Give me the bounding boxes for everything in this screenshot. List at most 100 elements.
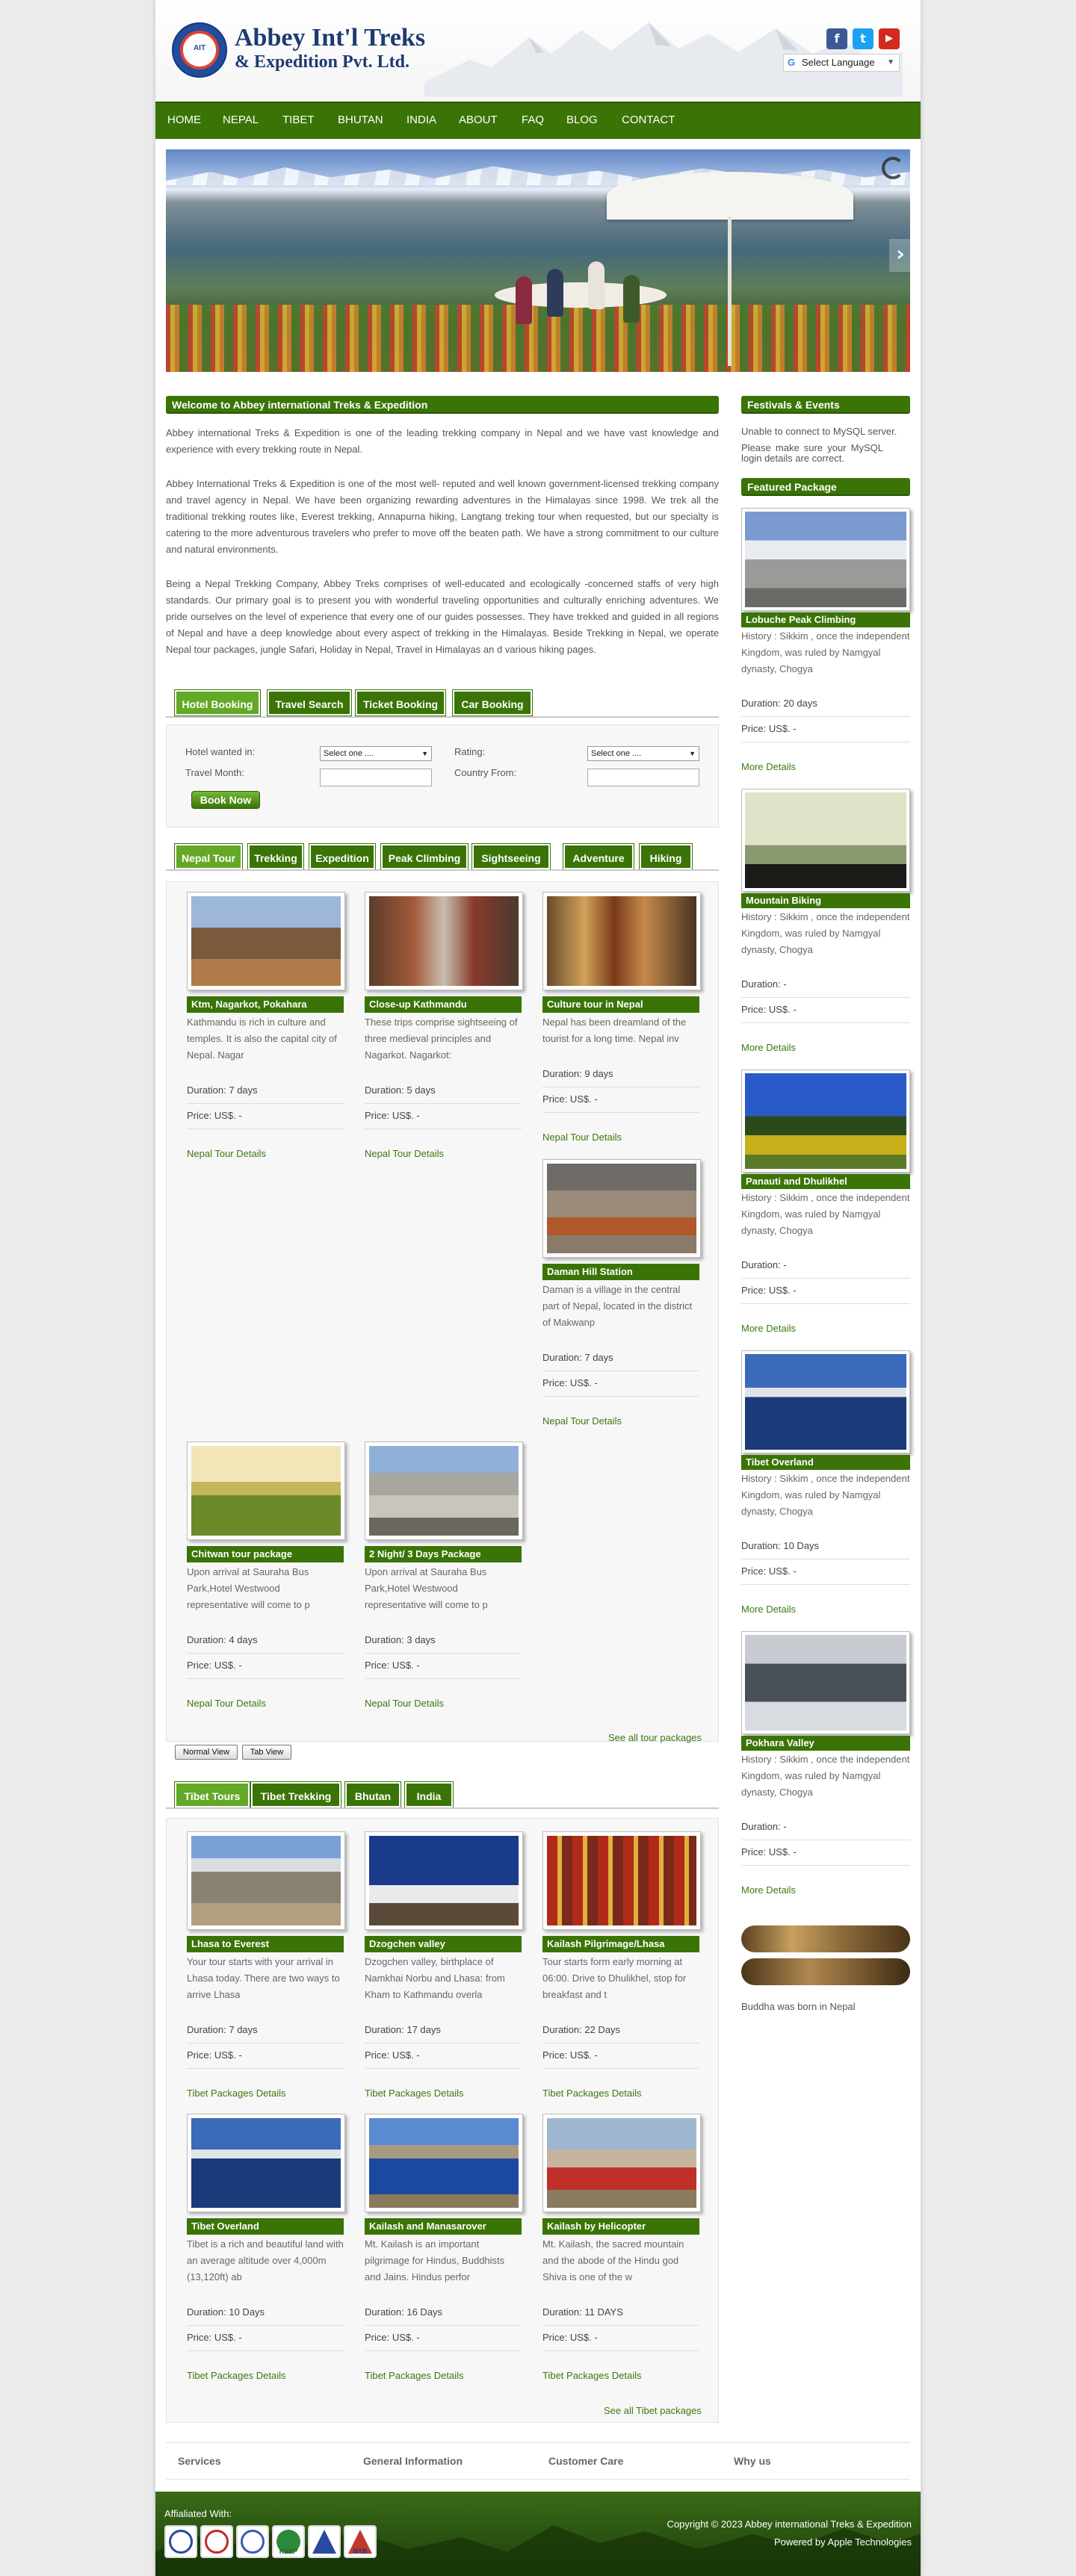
tour-thumbnail[interactable] xyxy=(365,1831,523,1930)
facebook-icon[interactable]: f xyxy=(826,28,847,49)
featured-more-details-link[interactable]: More Details xyxy=(741,1042,796,1053)
see-all-tour-packages-link[interactable]: See all tour packages xyxy=(608,1732,702,1743)
featured-title[interactable]: Pokhara Valley xyxy=(741,1736,910,1751)
tour-card-title[interactable]: Kailash and Manasarover xyxy=(365,2218,522,2235)
featured-more-details-link[interactable]: More Details xyxy=(741,761,796,772)
tab-hiking[interactable]: Hiking xyxy=(639,843,693,870)
featured-thumbnail[interactable] xyxy=(741,789,910,892)
tour-thumbnail[interactable] xyxy=(542,1831,701,1930)
tour-card-details-link[interactable]: Nepal Tour Details xyxy=(187,1148,266,1159)
book-now-button[interactable]: Book Now xyxy=(191,791,260,809)
tour-card-title[interactable]: Tibet Overland xyxy=(187,2218,344,2235)
nav-about[interactable]: ABOUT xyxy=(459,114,498,126)
nav-blog[interactable]: BLOG xyxy=(566,114,598,126)
country-from-input[interactable] xyxy=(587,769,699,786)
tour-card-details-link[interactable]: Tibet Packages Details xyxy=(187,2088,285,2099)
affiliate-logo-2[interactable] xyxy=(200,2525,233,2558)
nav-nepal[interactable]: NEPAL xyxy=(223,114,259,126)
nav-faq[interactable]: FAQ xyxy=(522,114,544,126)
tour-card-details-link[interactable]: Tibet Packages Details xyxy=(542,2370,641,2381)
featured-thumbnail[interactable] xyxy=(741,508,910,611)
tour-thumbnail[interactable] xyxy=(187,1831,345,1930)
brand-subtitle[interactable]: & Expedition Pvt. Ltd. xyxy=(235,52,409,72)
tour-thumbnail[interactable] xyxy=(542,892,701,990)
tour-card-details-link[interactable]: Tibet Packages Details xyxy=(365,2370,463,2381)
nav-contact[interactable]: CONTACT xyxy=(622,114,675,126)
affiliate-logo-5[interactable] xyxy=(308,2525,341,2558)
tab-tibet-tours[interactable]: Tibet Tours xyxy=(174,1781,250,1808)
brand-name[interactable]: Abbey Int'l Treks xyxy=(235,24,425,52)
tour-thumbnail[interactable] xyxy=(542,2114,701,2212)
featured-more-details-link[interactable]: More Details xyxy=(741,1323,796,1334)
see-all-tibet-packages-link[interactable]: See all Tibet packages xyxy=(604,2405,702,2416)
tab-tibet-trekking[interactable]: Tibet Trekking xyxy=(250,1781,341,1808)
tab-adventure[interactable]: Adventure xyxy=(563,843,634,870)
featured-thumbnail[interactable] xyxy=(741,1350,910,1453)
tour-card-details-link[interactable]: Tibet Packages Details xyxy=(187,2370,285,2381)
tab-expedition[interactable]: Expedition xyxy=(309,843,376,870)
tab-nepal-tour[interactable]: Nepal Tour xyxy=(174,843,243,870)
tour-thumbnail[interactable] xyxy=(187,892,345,990)
tab-view-button[interactable]: Tab View xyxy=(242,1745,291,1760)
buddha-image[interactable] xyxy=(741,1918,910,1990)
tour-card-title[interactable]: Lhasa to Everest xyxy=(187,1936,344,1952)
featured-title[interactable]: Panauti and Dhulikhel xyxy=(741,1174,910,1189)
affiliate-logo-ntb[interactable]: NTB xyxy=(344,2525,377,2558)
tab-bhutan[interactable]: Bhutan xyxy=(344,1781,401,1808)
nav-home[interactable]: HOME xyxy=(167,114,201,126)
tour-card-title[interactable]: Ktm, Nagarkot, Pokahara xyxy=(187,996,344,1013)
affiliate-logo-keep[interactable]: KEEP xyxy=(272,2525,305,2558)
hero-slider[interactable]: › xyxy=(166,149,910,372)
tour-card-details-link[interactable]: Nepal Tour Details xyxy=(542,1132,622,1143)
tour-card-details-link[interactable]: Tibet Packages Details xyxy=(365,2088,463,2099)
tour-card-details-link[interactable]: Nepal Tour Details xyxy=(365,1148,444,1159)
featured-title[interactable]: Tibet Overland xyxy=(741,1455,910,1470)
slider-next-arrow-icon[interactable]: › xyxy=(889,239,910,272)
tab-trekking[interactable]: Trekking xyxy=(247,843,304,870)
normal-view-button[interactable]: Normal View xyxy=(175,1745,238,1760)
tour-card-title[interactable]: Kailash Pilgrimage/Lhasa xyxy=(542,1936,699,1952)
featured-title[interactable]: Mountain Biking xyxy=(741,893,910,908)
youtube-icon[interactable]: ▶ xyxy=(879,28,900,49)
tour-card-details-link[interactable]: Nepal Tour Details xyxy=(542,1415,622,1427)
language-select[interactable]: G Select Language ▼ xyxy=(783,54,900,72)
tab-peak-climbing[interactable]: Peak Climbing xyxy=(380,843,469,870)
tour-card-details-link[interactable]: Nepal Tour Details xyxy=(187,1698,266,1709)
featured-more-details-link[interactable]: More Details xyxy=(741,1884,796,1896)
twitter-icon[interactable]: t xyxy=(853,28,874,49)
tour-card-title[interactable]: Chitwan tour package xyxy=(187,1546,344,1562)
nav-bhutan[interactable]: BHUTAN xyxy=(338,114,383,126)
rating-select[interactable]: Select one .... ▼ xyxy=(587,746,699,761)
tour-thumbnail[interactable] xyxy=(187,2114,345,2212)
featured-thumbnail[interactable] xyxy=(741,1070,910,1173)
logo-seal[interactable]: AIT xyxy=(172,22,227,78)
tab-hotel-booking[interactable]: Hotel Booking xyxy=(174,689,261,716)
nav-tibet[interactable]: TIBET xyxy=(282,114,315,126)
tour-thumbnail[interactable] xyxy=(187,1441,345,1540)
tab-travel-search[interactable]: Travel Search xyxy=(267,689,352,716)
tab-ticket-booking[interactable]: Ticket Booking xyxy=(355,689,446,716)
affiliate-logo-1[interactable] xyxy=(164,2525,197,2558)
tour-thumbnail[interactable] xyxy=(365,2114,523,2212)
tour-card-title[interactable]: Culture tour in Nepal xyxy=(542,996,699,1013)
featured-title[interactable]: Lobuche Peak Climbing xyxy=(741,612,910,627)
nav-india[interactable]: INDIA xyxy=(406,114,436,126)
tour-thumbnail[interactable] xyxy=(542,1159,701,1258)
tour-thumbnail[interactable] xyxy=(365,1441,523,1540)
tour-card-details-link[interactable]: Tibet Packages Details xyxy=(542,2088,641,2099)
tour-card-title[interactable]: Dzogchen valley xyxy=(365,1936,522,1952)
tour-card-title[interactable]: Close-up Kathmandu xyxy=(365,996,522,1013)
tour-card-title[interactable]: Daman Hill Station xyxy=(542,1264,699,1280)
tour-card-title[interactable]: Kailash by Helicopter xyxy=(542,2218,699,2235)
tab-sightseeing[interactable]: Sightseeing xyxy=(471,843,551,870)
featured-more-details-link[interactable]: More Details xyxy=(741,1604,796,1615)
tour-card-details-link[interactable]: Nepal Tour Details xyxy=(365,1698,444,1709)
tour-card-title[interactable]: 2 Night/ 3 Days Package xyxy=(365,1546,522,1562)
tab-car-booking[interactable]: Car Booking xyxy=(452,689,533,716)
travel-month-input[interactable] xyxy=(320,769,432,786)
tour-thumbnail[interactable] xyxy=(365,892,523,990)
affiliate-logo-3[interactable] xyxy=(236,2525,269,2558)
powered-by-text[interactable]: Powered by Apple Technologies xyxy=(774,2536,912,2548)
tab-india[interactable]: India xyxy=(404,1781,454,1808)
featured-thumbnail[interactable] xyxy=(741,1631,910,1734)
